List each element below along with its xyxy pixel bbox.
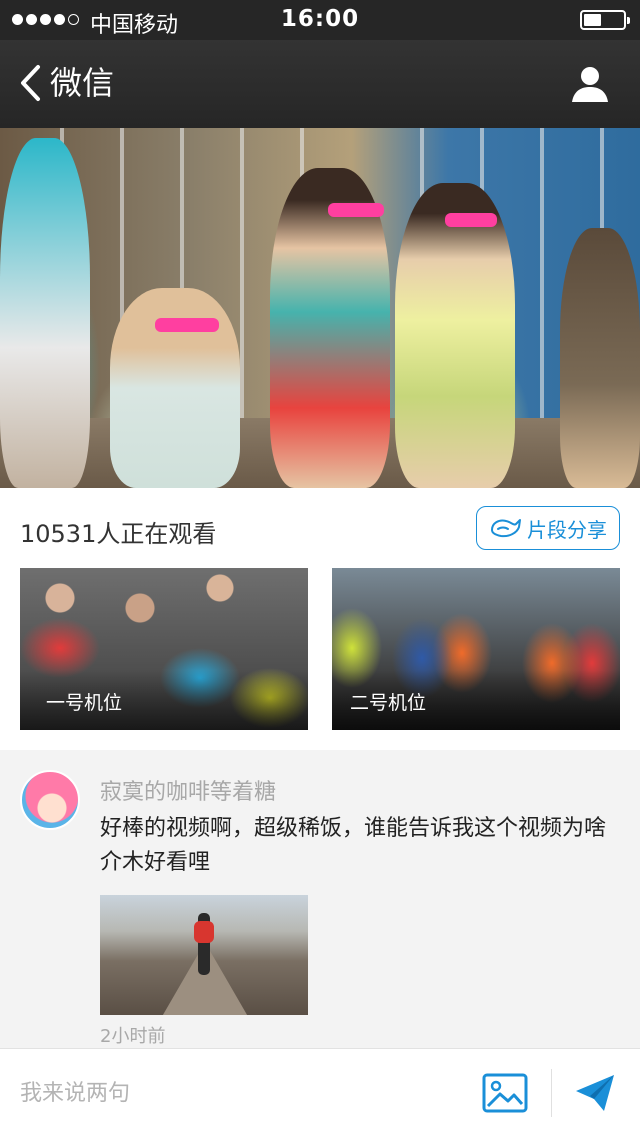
battery-nub (627, 17, 630, 24)
back-label: 微信 (50, 64, 115, 102)
status-bar: 中国移动 16:00 (0, 0, 640, 40)
sunglasses (155, 318, 219, 332)
comment-timestamp: 2小时前 (100, 1026, 166, 1047)
comment-username[interactable]: 寂寞的咖啡等着糖 (100, 774, 276, 806)
camera-label: 一号机位 (20, 670, 308, 730)
camera-view-2[interactable]: 二号机位 (332, 568, 620, 730)
sunglasses (445, 213, 497, 227)
battery-icon (580, 10, 630, 30)
runner-torso (194, 921, 214, 943)
clock: 16:00 (280, 6, 360, 32)
comment-text: 好棒的视频啊，超级稀饭，谁能告诉我这个视频为啥介木好看哩 (100, 816, 607, 875)
comment-image[interactable] (100, 895, 308, 1015)
clip-share-label: 片段分享 (527, 517, 607, 542)
image-icon[interactable] (482, 1073, 528, 1113)
battery-level (584, 14, 601, 26)
share-icon (491, 519, 521, 538)
live-info-panel: 10531人正在观看 片段分享 一号机位 二号机位 (0, 488, 640, 750)
viewer-count: 10531人正在观看 (20, 520, 217, 548)
chevron-left-icon (21, 65, 40, 101)
runner (560, 228, 640, 488)
camera-label: 二号机位 (332, 670, 620, 730)
divider (551, 1069, 552, 1117)
comment-item: 寂寞的咖啡等着糖 好棒的视频啊，超级稀饭，谁能告诉我这个视频为啥介木好看哩 2小… (0, 750, 640, 1048)
back-button[interactable]: 微信 (18, 62, 114, 104)
nav-bar: 微信 (0, 40, 640, 128)
user-icon[interactable] (570, 64, 610, 104)
sunglasses (328, 203, 384, 217)
page: 中国移动 16:00 微信 10531人正在观看 片段分享 一号机位 二号机位 … (0, 0, 640, 1136)
hero-image[interactable] (0, 128, 640, 488)
runner (395, 183, 515, 488)
runner (0, 138, 90, 488)
send-icon[interactable] (574, 1073, 616, 1113)
comment-input[interactable] (20, 1071, 440, 1115)
comment-input-bar (0, 1048, 640, 1136)
clip-share-button[interactable]: 片段分享 (476, 506, 620, 550)
avatar[interactable] (20, 770, 80, 830)
camera-view-1[interactable]: 一号机位 (20, 568, 308, 730)
